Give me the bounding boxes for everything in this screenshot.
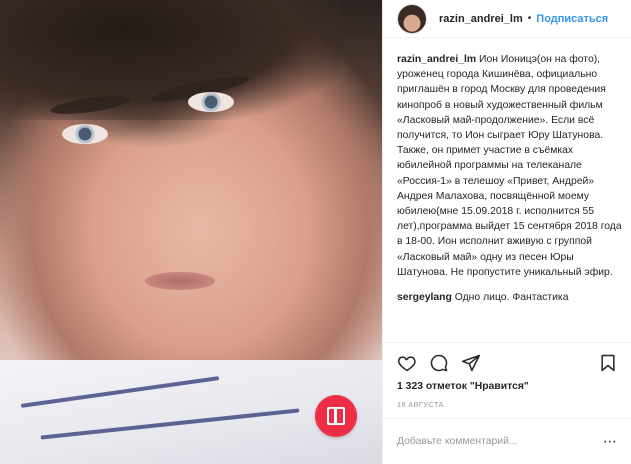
more-options-icon[interactable]: ⋯ (603, 433, 618, 450)
bookmark-icon[interactable] (598, 353, 618, 373)
post-sidebar: razin_andrei_lm • Подписаться razin_andr… (382, 0, 631, 464)
action-icons (397, 349, 618, 377)
add-comment-input[interactable] (397, 436, 603, 447)
carousel-icon[interactable] (315, 395, 357, 437)
caption: razin_andrei_lm Ион Ионицэ(он на фото), … (397, 52, 623, 280)
comment-icon[interactable] (429, 353, 449, 373)
heart-icon[interactable] (397, 353, 417, 373)
follow-button[interactable]: Подписаться (536, 13, 608, 25)
actions-bar: 1 323 отметок "Нравится" 18 августа (383, 342, 631, 409)
header-username[interactable]: razin_andrei_lm (439, 13, 523, 25)
photo-lips (145, 272, 215, 290)
caption-username[interactable]: razin_andrei_lm (397, 54, 476, 65)
comment-username[interactable]: sergeylang (397, 292, 452, 303)
photo-hair (0, 0, 340, 120)
photo-eye-left (62, 124, 108, 144)
likes-count[interactable]: 1 323 отметок "Нравится" (397, 381, 618, 392)
add-comment-area: ⋯ (383, 418, 631, 464)
post-photo (0, 0, 382, 464)
photo-eye-right (188, 92, 234, 112)
comments-list: razin_andrei_lm Ион Ионицэ(он на фото), … (383, 38, 631, 346)
post-header: razin_andrei_lm • Подписаться (383, 0, 631, 38)
caption-text: Ион Ионицэ(он на фото), уроженец города … (397, 54, 622, 278)
comment-text: Одно лицо. Фантастика (454, 292, 569, 304)
post-date[interactable]: 18 августа (397, 400, 618, 409)
comment-item: sergeylang Одно лицо. Фантастика (397, 290, 623, 305)
avatar[interactable] (397, 3, 427, 34)
header-separator: • (527, 13, 532, 24)
share-icon[interactable] (461, 353, 481, 373)
